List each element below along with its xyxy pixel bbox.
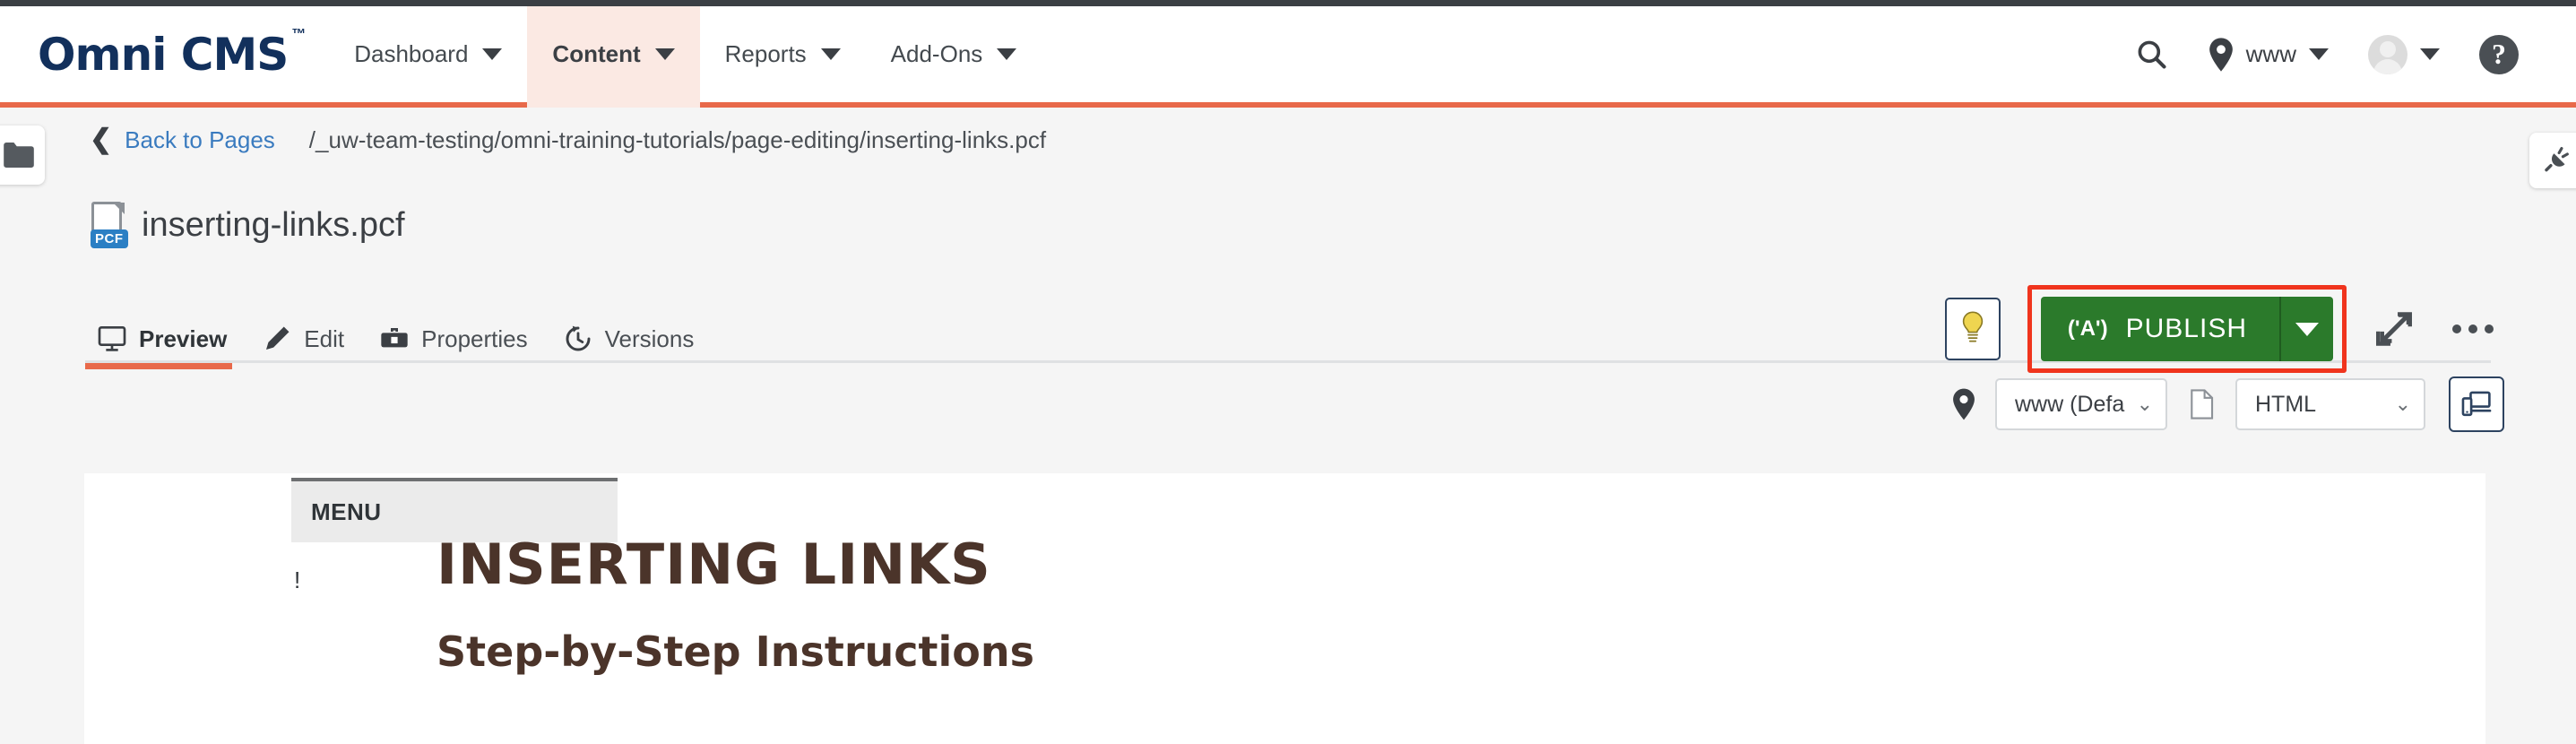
site-selector[interactable]: www [2189,37,2348,72]
nav-label-content: Content [552,40,641,67]
search-button[interactable] [2115,38,2189,72]
page-title-row: PCF inserting-links.pcf [90,202,405,248]
chevron-down-icon [482,48,503,60]
publish-dropdown-button[interactable] [2279,297,2333,361]
monitor-icon [98,326,126,351]
toolbox-icon [381,328,408,348]
tab-label-edit: Edit [304,324,345,352]
publish-button[interactable]: ('A') PUBLISH [2041,297,2279,361]
navbar-right-group: www ? [2115,6,2576,102]
help-icon: ? [2479,34,2519,74]
preview-site-value: www (Defa [2015,391,2125,417]
preview-format-value: HTML [2255,391,2317,417]
nav-item-addons[interactable]: Add-Ons [866,6,1042,108]
pcf-badge-label: PCF [91,229,128,248]
chevron-down-icon [2420,48,2440,60]
preview-site-select[interactable]: www (Defa ⌄ [1995,378,2167,430]
more-options-button[interactable] [2442,298,2504,360]
preview-subtoolbar: www (Defa ⌄ HTML ⌄ [1952,376,2504,432]
nav-label-reports: Reports [724,40,807,67]
location-pin-icon [1952,388,1975,420]
preview-panel: MENU ! INSERTING LINKS Step-by-Step Inst… [84,473,2485,744]
preview-format-select[interactable]: HTML ⌄ [2235,378,2425,430]
window-top-strip [0,0,2576,6]
chevron-down-icon [2309,48,2329,60]
back-to-pages-link[interactable]: ❮ Back to Pages [90,126,275,154]
tab-properties[interactable]: Properties [367,324,551,369]
pcf-file-icon: PCF [90,202,128,248]
pencil-icon [266,326,290,350]
chevron-down-icon: ⌄ [2394,393,2411,416]
preview-heading-2: Step-by-Step Instructions [437,627,1035,676]
expand-arrows-icon [2376,312,2412,346]
tab-edit[interactable]: Edit [250,324,367,369]
tab-versions[interactable]: Versions [551,324,718,369]
search-icon [2138,40,2166,69]
more-options-icon [2452,324,2494,333]
chevron-down-icon [820,48,841,60]
publish-button-group[interactable]: ('A') PUBLISH [2040,297,2333,361]
chevron-down-icon [997,48,1017,60]
chevron-down-icon [654,48,675,60]
caret-down-icon [2295,322,2319,336]
nav-items: Dashboard Content Reports Add-Ons [329,6,1042,108]
publish-highlight-box: ('A') PUBLISH [2027,285,2347,373]
nav-item-reports[interactable]: Reports [700,6,866,108]
chevron-left-icon: ❮ [90,125,113,154]
help-button[interactable]: ? [2459,34,2538,74]
preview-menu-label: MENU [311,497,382,525]
broadcast-icon: ('A') [2067,316,2108,341]
expand-button[interactable] [2363,298,2425,360]
back-to-pages-label: Back to Pages [125,125,275,153]
trademark-symbol: ™ [291,26,307,42]
page-actions: ('A') PUBLISH [1944,285,2504,373]
nav-label-dashboard: Dashboard [354,40,469,67]
nav-label-addons: Add-Ons [890,40,983,67]
nav-item-content[interactable]: Content [527,6,700,108]
responsive-devices-icon [2461,391,2492,417]
tab-preview[interactable]: Preview [85,324,250,369]
document-icon [2191,389,2214,420]
lightbulb-icon [1962,311,1984,342]
user-menu[interactable] [2348,34,2459,74]
site-label: www [2245,40,2296,67]
user-avatar-icon [2368,34,2407,74]
chevron-down-icon: ⌄ [2136,393,2153,416]
tab-label-properties: Properties [421,324,528,352]
page-title: inserting-links.pcf [142,205,405,244]
location-pin-icon [2209,37,2233,72]
breadcrumb-path[interactable]: /_uw-team-testing/omni-training-tutorial… [309,126,1046,154]
brand-name: Omni CMS [38,28,289,81]
breadcrumb: ❮ Back to Pages /_uw-team-testing/omni-t… [0,113,2576,167]
preview-bang-text: ! [294,567,301,593]
tab-label-preview: Preview [139,324,228,352]
nav-item-dashboard[interactable]: Dashboard [329,6,527,108]
responsive-preview-button[interactable] [2449,376,2504,432]
history-clock-icon [566,325,591,351]
publish-label: PUBLISH [2125,314,2247,343]
main-navbar: Omni CMS ™ Dashboard Content Reports Add… [0,6,2576,108]
brand-logo[interactable]: Omni CMS ™ [0,6,306,102]
hints-button[interactable] [1944,298,2001,360]
tab-label-versions: Versions [604,324,695,352]
preview-heading-1: INSERTING LINKS [437,532,991,597]
